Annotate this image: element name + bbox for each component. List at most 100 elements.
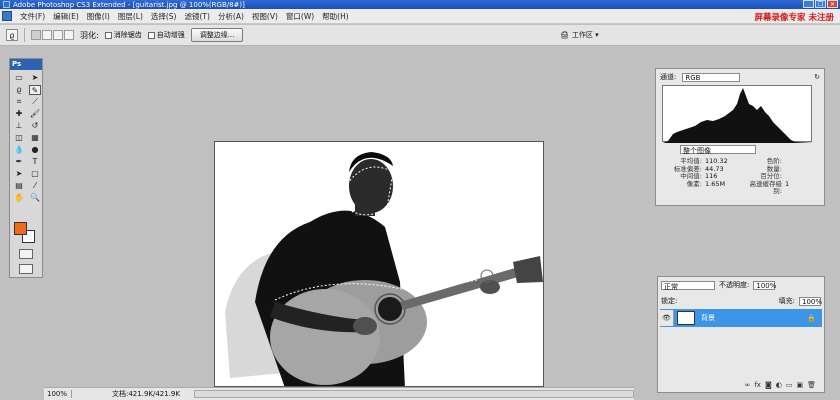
marquee-tool-icon[interactable]: ▭: [13, 73, 25, 83]
foreground-color-swatch[interactable]: [14, 222, 27, 235]
layers-panel: 正常 不透明度: 100% 锁定: 填充: 100% 👁 背景 🔒 ∞ fx ◙…: [657, 276, 825, 393]
checkbox-icon[interactable]: [104, 31, 112, 39]
stamp-tool-icon[interactable]: ⊥: [13, 121, 25, 131]
lock-icon: 🔒: [807, 314, 816, 322]
histogram-graph: [662, 85, 813, 143]
recorder-watermark: 屏幕录像专家 未注册: [754, 13, 834, 23]
divider: [24, 28, 25, 42]
layer-thumbnail: [677, 311, 695, 325]
notes-tool-icon[interactable]: ▤: [13, 181, 25, 191]
pen-tool-icon[interactable]: ✒: [13, 157, 25, 167]
crop-tool-icon[interactable]: ⌗: [13, 97, 25, 107]
minimize-button[interactable]: _: [803, 0, 814, 8]
eraser-tool-icon[interactable]: ◫: [13, 133, 25, 143]
maximize-button[interactable]: ❐: [815, 0, 826, 8]
blur-tool-icon[interactable]: 💧: [13, 145, 25, 155]
gradient-tool-icon[interactable]: ▦: [29, 133, 41, 143]
source-dropdown[interactable]: 整个图像: [680, 145, 756, 155]
zoom-tool-icon[interactable]: 🔍: [29, 193, 41, 203]
layers-footer: ∞ fx ◙ ◐ ▭ ▣ 🗑: [660, 381, 822, 389]
slice-tool-icon[interactable]: ⟋: [29, 97, 41, 107]
document-workspace: [44, 46, 637, 387]
opacity-input[interactable]: 100%: [753, 280, 776, 290]
histogram-chart: [663, 88, 813, 143]
menu-select[interactable]: 选择(S): [147, 11, 181, 22]
menu-layer[interactable]: 图层(L): [114, 11, 147, 22]
stat-label: 高速缓存级别:: [749, 179, 783, 195]
shape-tool-icon[interactable]: ▢: [29, 169, 41, 179]
options-bar: ϱ 羽化: 消除锯齿 自动增强 调整边缘... 🖨 工作区 ▾: [0, 25, 840, 46]
menu-image[interactable]: 图像(I): [83, 11, 114, 22]
menu-window[interactable]: 窗口(W): [282, 11, 318, 22]
guitarist-photo: [215, 142, 543, 386]
move-tool-icon[interactable]: ➤: [29, 73, 41, 83]
refresh-icon[interactable]: ↻: [814, 73, 820, 81]
menu-filter[interactable]: 滤镜(T): [181, 11, 214, 22]
histogram-panel: 通道: RGB ↻ 整个图像 平均值: 110.32 色阶: 标准偏差: 44.…: [655, 68, 825, 206]
menu-help[interactable]: 帮助(H): [318, 11, 353, 22]
status-bar: 100% 文档:421.9K/421.9K ▸: [44, 387, 634, 400]
trash-icon[interactable]: 🗑: [807, 381, 816, 389]
blend-mode-dropdown[interactable]: 正常: [661, 280, 715, 291]
fill-input[interactable]: 100%: [799, 296, 822, 306]
fill-label: 填充:: [778, 297, 795, 305]
print-icon[interactable]: 🖨: [560, 31, 569, 39]
stat-value: 1: [785, 179, 790, 188]
image-canvas[interactable]: [214, 141, 544, 387]
quick-mask-icon[interactable]: [19, 249, 33, 259]
screen-mode-icon[interactable]: [19, 264, 33, 274]
feather-label: 羽化:: [80, 30, 99, 40]
window-title: Adobe Photoshop CS3 Extended - [guitaris…: [13, 0, 245, 9]
brush-tool-icon[interactable]: 🖌: [29, 109, 41, 119]
auto-enhance-check[interactable]: 自动增强: [147, 30, 185, 40]
folder-icon[interactable]: ▭: [786, 381, 793, 389]
auto-enhance-label: 自动增强: [156, 31, 185, 39]
anti-alias-label: 消除锯齿: [113, 31, 142, 39]
dodge-tool-icon[interactable]: ●: [29, 145, 41, 155]
stat-value: 1.65M: [705, 179, 726, 188]
tools-grid: ▭ ➤ ϱ ✎ ⌗ ⟋ ✚ 🖌 ⊥ ↺ ◫ ▦ 💧 ● ✒ T ➤ ▢ ▤ ⁄ …: [10, 70, 42, 206]
menu-analysis[interactable]: 分析(A): [214, 11, 248, 22]
checkbox-icon[interactable]: [147, 31, 155, 39]
link-icon[interactable]: ∞: [745, 381, 751, 389]
healing-tool-icon[interactable]: ✚: [13, 109, 25, 119]
lasso-tool-icon[interactable]: ϱ: [13, 85, 25, 95]
layer-name: 背景: [701, 314, 715, 322]
menu-view[interactable]: 视图(V): [248, 11, 282, 22]
menu-file[interactable]: 文件(F): [16, 11, 49, 22]
refine-edge-button[interactable]: 调整边缘...: [190, 28, 244, 42]
intersect-selection-icon[interactable]: [64, 30, 74, 40]
opacity-label: 不透明度:: [719, 281, 750, 289]
eye-icon[interactable]: 👁: [660, 310, 674, 326]
type-tool-icon[interactable]: T: [29, 157, 41, 167]
tools-panel: Ps ▭ ➤ ϱ ✎ ⌗ ⟋ ✚ 🖌 ⊥ ↺ ◫ ▦ 💧 ● ✒ T ➤ ▢ ▤…: [9, 58, 43, 278]
channel-label: 通道:: [660, 73, 677, 81]
adjustment-icon[interactable]: ◐: [776, 381, 782, 389]
menu-bar: 文件(F) 编辑(E) 图像(I) 图层(L) 选择(S) 滤镜(T) 分析(A…: [0, 9, 840, 24]
zoom-level[interactable]: 100%: [44, 390, 72, 398]
add-selection-icon[interactable]: [42, 30, 52, 40]
stats-row: 像素: 1.65M 高速缓存级别: 1: [664, 179, 820, 196]
new-layer-icon[interactable]: ▣: [796, 381, 803, 389]
channel-dropdown[interactable]: RGB: [682, 72, 741, 82]
new-selection-icon[interactable]: [31, 30, 41, 40]
lasso-tool-preset-icon[interactable]: ϱ: [6, 29, 18, 41]
lock-label: 锁定:: [661, 297, 678, 305]
ps-menu-icon[interactable]: [2, 11, 12, 21]
mask-icon[interactable]: ◙: [765, 381, 772, 389]
close-button[interactable]: ✕: [827, 0, 838, 8]
horizontal-scrollbar[interactable]: [194, 390, 634, 398]
eyedropper-tool-icon[interactable]: ⁄: [29, 181, 41, 191]
layer-row-background[interactable]: 👁 背景 🔒: [660, 309, 822, 327]
menu-edit[interactable]: 编辑(E): [49, 11, 83, 22]
fx-icon[interactable]: fx: [754, 381, 761, 389]
quick-selection-tool-icon[interactable]: ✎: [29, 85, 41, 95]
anti-alias-check[interactable]: 消除锯齿: [104, 30, 142, 40]
workspace-dropdown[interactable]: 工作区 ▾: [572, 30, 599, 40]
photoshop-app-icon: [3, 1, 10, 8]
history-brush-icon[interactable]: ↺: [29, 121, 41, 131]
path-select-icon[interactable]: ➤: [13, 169, 25, 179]
layers-options: 正常 不透明度: 100%: [658, 277, 824, 293]
hand-tool-icon[interactable]: ✋: [13, 193, 25, 203]
subtract-selection-icon[interactable]: [53, 30, 63, 40]
